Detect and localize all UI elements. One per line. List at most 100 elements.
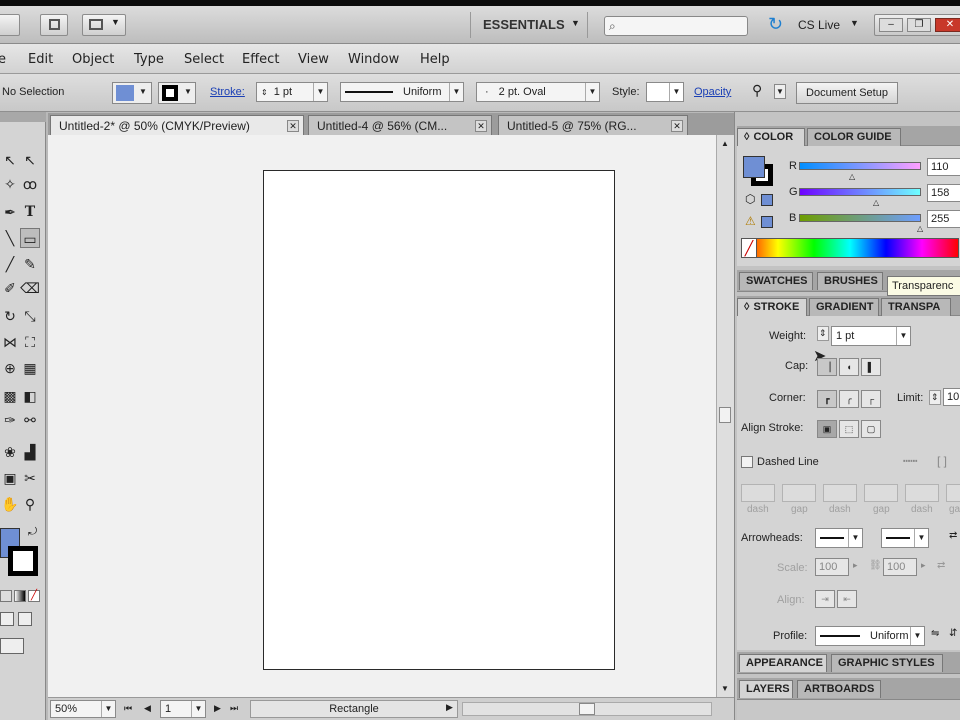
weight-spinner-icon[interactable]: ⇕ [817, 326, 829, 341]
stroke-color-box[interactable] [8, 546, 38, 576]
color-mode-icon[interactable] [0, 590, 12, 602]
round-cap-button[interactable]: ◖ [839, 358, 859, 376]
document-setup-button[interactable]: Document Setup [796, 82, 898, 104]
profile-dropdown[interactable]: Uniform ▼ [815, 626, 925, 646]
shape-builder-tool-icon[interactable]: ⊕ [0, 358, 20, 378]
chevron-right-icon[interactable]: ▸ [921, 560, 926, 571]
end-scale-field[interactable]: 100 [883, 558, 917, 576]
g-value-field[interactable]: 158 [927, 184, 960, 202]
r-value-field[interactable]: 110 [927, 158, 960, 176]
arrow-tip-at-end-button[interactable]: ⇤ [837, 590, 857, 608]
butt-cap-button[interactable]: ▕ [817, 358, 837, 376]
fill-color-dropdown[interactable]: ▼ [112, 82, 152, 104]
scroll-up-icon[interactable]: ▲ [721, 139, 729, 148]
horizontal-scrollbar[interactable] [462, 702, 712, 716]
graphic-style-dropdown[interactable]: ▼ [646, 82, 684, 102]
tab-artboards[interactable]: ARTBOARDS [797, 680, 881, 698]
slice-tool-icon[interactable]: ✂ [20, 468, 40, 488]
flip-across-icon[interactable]: ⇋ [931, 628, 939, 639]
menu-effect[interactable]: Effect [242, 52, 279, 67]
out-of-gamut-warning-icon[interactable]: ⚠ [745, 214, 756, 228]
tab-appearance[interactable]: APPEARANCE [739, 654, 827, 672]
blend-tool-icon[interactable]: ⚯ [20, 410, 40, 430]
free-transform-tool-icon[interactable]: ⛶ [20, 332, 40, 352]
eraser-tool-icon[interactable]: ⌫ [20, 278, 40, 298]
artboard-tool-icon[interactable]: ▣ [0, 468, 20, 488]
status-menu-icon[interactable]: ▶ [446, 702, 453, 713]
gradient-mode-icon[interactable] [14, 590, 26, 602]
tab-swatches[interactable]: SWATCHES [739, 272, 813, 290]
ai-logo-button[interactable] [0, 14, 20, 36]
start-scale-field[interactable]: 100 [815, 558, 849, 576]
scroll-down-icon[interactable]: ▼ [721, 684, 729, 693]
lasso-tool-icon[interactable]: ꝏ [20, 174, 40, 194]
in-gamut-swatch[interactable] [761, 216, 773, 228]
search-field[interactable]: ⌕ [604, 16, 748, 36]
perspective-grid-tool-icon[interactable]: ▦ [20, 358, 40, 378]
eyedropper-tool-icon[interactable]: ✑ [0, 410, 20, 430]
variable-width-profile-dropdown[interactable]: Uniform ▼ [340, 82, 464, 102]
artboard[interactable] [263, 170, 615, 670]
artboard-number-dropdown[interactable]: 1 ▼ [160, 700, 206, 718]
tab-untitled-2[interactable]: Untitled-2* @ 50% (CMYK/Preview) ✕ [50, 115, 304, 135]
symbol-sprayer-tool-icon[interactable]: ❀ [0, 442, 20, 462]
gap-field-1[interactable] [782, 484, 816, 502]
tab-transparency[interactable]: TRANSPA [881, 298, 951, 316]
draw-normal-icon[interactable] [0, 612, 14, 626]
tab-color-guide[interactable]: COLOR GUIDE [807, 128, 901, 146]
width-tool-icon[interactable]: ⋈ [0, 332, 20, 352]
fill-color-box[interactable] [743, 156, 765, 178]
gap-field-2[interactable] [864, 484, 898, 502]
close-button[interactable]: ✕ [935, 18, 960, 32]
arrow-tip-beyond-button[interactable]: ⇥ [815, 590, 835, 608]
scale-reset-icon[interactable]: ⇄ [937, 560, 945, 571]
rectangle-tool-icon[interactable]: ▭ [20, 228, 40, 248]
workspace-switcher[interactable]: ESSENTIALS ▼ [470, 12, 588, 38]
opacity-link[interactable]: Opacity [694, 86, 731, 98]
chevron-right-icon[interactable]: ▸ [853, 560, 858, 571]
gap-field-3[interactable] [946, 484, 960, 502]
tab-graphic-styles[interactable]: GRAPHIC STYLES [831, 654, 943, 672]
current-tool-status[interactable]: Rectangle [250, 700, 458, 718]
web-safe-swatch[interactable] [761, 194, 773, 206]
none-mode-icon[interactable]: ╱ [28, 590, 40, 602]
pencil-tool-icon[interactable]: ✎ [20, 254, 40, 274]
restore-button[interactable]: ❐ [907, 18, 931, 32]
column-graph-tool-icon[interactable]: ▟ [20, 442, 40, 462]
menu-object[interactable]: Object [72, 52, 114, 67]
b-value-field[interactable]: 255 [927, 210, 960, 228]
menu-window[interactable]: Window [348, 52, 399, 67]
brush-definition-dropdown[interactable]: · 2 pt. Oval ▼ [476, 82, 600, 102]
dashed-line-checkbox[interactable] [741, 456, 753, 468]
selection-tool-icon[interactable]: ↖ [0, 150, 20, 170]
round-join-button[interactable]: ╭ [839, 390, 859, 408]
gradient-tool-icon[interactable]: ◧ [20, 386, 40, 406]
none-swatch-icon[interactable]: ╱ [741, 238, 757, 258]
canvas-area[interactable] [48, 135, 716, 697]
mesh-tool-icon[interactable]: ▩ [0, 386, 20, 406]
out-of-web-icon[interactable]: ⬡ [745, 192, 755, 206]
swap-fill-stroke-icon[interactable]: ⤾ [28, 526, 37, 539]
weight-dropdown[interactable]: 1 pt ▼ [831, 326, 911, 346]
align-inside-button[interactable]: ⬚ [839, 420, 859, 438]
stroke-color-dropdown[interactable]: ▼ [158, 82, 196, 104]
align-outside-button[interactable]: ▢ [861, 420, 881, 438]
close-icon[interactable]: ✕ [671, 120, 683, 132]
close-icon[interactable]: ✕ [475, 120, 487, 132]
draw-behind-icon[interactable] [18, 612, 32, 626]
zoom-dropdown[interactable]: 50% ▼ [50, 700, 116, 718]
menu-file[interactable]: e [0, 52, 6, 67]
scroll-thumb[interactable] [579, 703, 595, 715]
previous-artboard-icon[interactable]: ◀ [144, 703, 151, 714]
tab-untitled-4[interactable]: Untitled-4 @ 56% (CM... ✕ [308, 115, 492, 135]
vertical-scrollbar[interactable]: ▲ ▼ [716, 135, 734, 697]
tab-untitled-5[interactable]: Untitled-5 @ 75% (RG... ✕ [498, 115, 688, 135]
menu-edit[interactable]: Edit [28, 52, 53, 67]
slider-thumb-icon[interactable]: △ [849, 172, 855, 181]
line-segment-tool-icon[interactable]: ╲ [0, 228, 20, 248]
dash-field-1[interactable] [741, 484, 775, 502]
dash-field-2[interactable] [823, 484, 857, 502]
limit-spinner-icon[interactable]: ⇕ [929, 390, 941, 405]
pen-tool-icon[interactable]: ✒ [0, 202, 20, 222]
blob-brush-tool-icon[interactable]: ✐ [0, 278, 20, 298]
